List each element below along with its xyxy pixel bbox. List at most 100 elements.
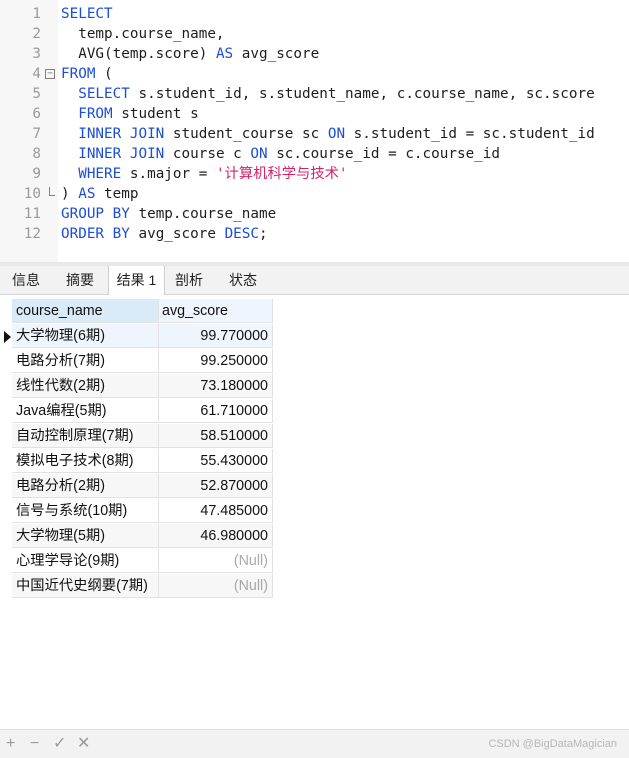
code-line[interactable]: 4− FROM ( bbox=[0, 64, 629, 84]
sql-keyword: ON bbox=[250, 146, 268, 162]
code-text: ) AS temp bbox=[61, 184, 138, 204]
fold-end-icon bbox=[49, 187, 55, 196]
cell-course-name[interactable]: 大学物理(5期) bbox=[12, 524, 159, 548]
code-line[interactable]: 10) AS temp bbox=[0, 184, 629, 204]
cell-course-name[interactable]: 大学物理(6期) bbox=[12, 324, 159, 348]
table-row[interactable]: 电路分析(7期) 99.250000 bbox=[0, 349, 273, 374]
row-marker[interactable] bbox=[0, 399, 12, 424]
cell-course-name[interactable]: 电路分析(2期) bbox=[12, 474, 159, 498]
code-line[interactable]: 3 AVG(temp.score) AS avg_score bbox=[0, 44, 629, 64]
code-line[interactable]: 8 INNER JOIN course c ON sc.course_id = … bbox=[0, 144, 629, 164]
sql-token: s.student_id = sc.student_id bbox=[345, 126, 595, 142]
code-text: SELECT bbox=[61, 4, 113, 24]
code-line[interactable]: 2 temp.course_name, bbox=[0, 24, 629, 44]
cell-avg-score[interactable]: 58.510000 bbox=[159, 424, 273, 448]
cell-avg-score[interactable]: 99.250000 bbox=[159, 349, 273, 373]
sql-token: student_course sc bbox=[164, 126, 328, 142]
cell-avg-score[interactable]: (Null) bbox=[159, 549, 273, 573]
cell-avg-score[interactable]: 52.870000 bbox=[159, 474, 273, 498]
row-marker[interactable] bbox=[0, 324, 12, 349]
code-line[interactable]: 6 FROM student s bbox=[0, 104, 629, 124]
table-row[interactable]: 自动控制原理(7期) 58.510000 bbox=[0, 424, 273, 449]
sql-keyword: AS bbox=[215, 46, 234, 62]
row-marker[interactable] bbox=[0, 474, 12, 499]
sql-keyword: ORDER BY bbox=[61, 226, 130, 242]
code-line[interactable]: 1 SELECT bbox=[0, 4, 629, 24]
sql-token: s.major = bbox=[121, 166, 216, 182]
row-marker[interactable] bbox=[0, 574, 12, 599]
tab-profile[interactable]: 剖析 bbox=[163, 266, 215, 294]
fold-toggle-icon[interactable]: − bbox=[45, 69, 55, 79]
sql-token: sc.course_id = c.course_id bbox=[267, 146, 500, 162]
tab-summary[interactable]: 摘要 bbox=[54, 266, 106, 294]
table-row[interactable]: 线性代数(2期) 73.180000 bbox=[0, 374, 273, 399]
apply-changes-icon[interactable]: ✓ bbox=[53, 734, 66, 754]
tab-info[interactable]: 信息 bbox=[0, 266, 52, 294]
cell-course-name[interactable]: Java编程(5期) bbox=[12, 399, 159, 423]
table-row[interactable]: 心理学导论(9期) (Null) bbox=[0, 549, 273, 574]
sql-keyword: GROUP BY bbox=[61, 206, 130, 222]
code-line[interactable]: 5 SELECT s.student_id, s.student_name, c… bbox=[0, 84, 629, 104]
table-row[interactable]: 信号与系统(10期) 47.485000 bbox=[0, 499, 273, 524]
sql-keyword: SELECT bbox=[61, 6, 113, 22]
cell-course-name[interactable]: 心理学导论(9期) bbox=[12, 549, 159, 573]
code-text: ORDER BY avg_score DESC; bbox=[61, 224, 268, 244]
row-marker[interactable] bbox=[0, 424, 12, 449]
row-marker[interactable] bbox=[0, 549, 12, 574]
sql-keyword: SELECT bbox=[78, 86, 130, 102]
table-row[interactable]: 大学物理(5期) 46.980000 bbox=[0, 524, 273, 549]
code-text: AVG(temp.score) AS avg_score bbox=[61, 44, 319, 64]
table-row[interactable]: 中国近代史纲要(7期) (Null) bbox=[0, 574, 273, 599]
table-row[interactable]: 模拟电子技术(8期) 55.430000 bbox=[0, 449, 273, 474]
line-number: 1 bbox=[32, 6, 41, 22]
cell-avg-score[interactable]: 47.485000 bbox=[159, 499, 273, 523]
sql-token: course c bbox=[164, 146, 251, 162]
cell-course-name[interactable]: 中国近代史纲要(7期) bbox=[12, 574, 159, 598]
cell-avg-score[interactable]: 46.980000 bbox=[159, 524, 273, 548]
sql-token: ) bbox=[61, 186, 79, 202]
cell-avg-score[interactable]: 55.430000 bbox=[159, 449, 273, 473]
cell-avg-score[interactable]: (Null) bbox=[159, 574, 273, 598]
column-header-avg-score[interactable]: avg_score bbox=[159, 299, 273, 323]
result-tabs: 信息 摘要 结果 1 剖析 状态 bbox=[0, 266, 629, 295]
sql-editor[interactable]: 1 SELECT 2 temp.course_name, 3 AVG(temp.sco… bbox=[0, 0, 629, 262]
cell-course-name[interactable]: 信号与系统(10期) bbox=[12, 499, 159, 523]
tab-result-1[interactable]: 结果 1 bbox=[108, 266, 165, 295]
table-row[interactable]: 电路分析(2期) 52.870000 bbox=[0, 474, 273, 499]
cell-course-name[interactable]: 自动控制原理(7期) bbox=[12, 424, 159, 448]
tab-status[interactable]: 状态 bbox=[217, 266, 269, 294]
code-line[interactable]: 12 ORDER BY avg_score DESC; bbox=[0, 224, 629, 244]
row-marker[interactable] bbox=[0, 449, 12, 474]
sql-keyword: FROM bbox=[61, 66, 96, 82]
row-marker[interactable] bbox=[0, 374, 12, 399]
cell-avg-score[interactable]: 99.770000 bbox=[159, 324, 273, 348]
cell-course-name[interactable]: 模拟电子技术(8期) bbox=[12, 449, 159, 473]
table-row[interactable]: Java编程(5期) 61.710000 bbox=[0, 399, 273, 424]
sql-token: ( bbox=[95, 66, 113, 82]
code-line[interactable]: 11 GROUP BY temp.course_name bbox=[0, 204, 629, 224]
grid-header-row: course_name avg_score bbox=[0, 299, 273, 324]
row-marker[interactable] bbox=[0, 499, 12, 524]
add-record-icon[interactable]: + bbox=[6, 734, 15, 754]
row-marker[interactable] bbox=[0, 524, 12, 549]
sql-token: avg_score bbox=[233, 46, 320, 62]
sql-token: s.student_id, s.student_name, c.course_n… bbox=[129, 86, 595, 102]
cell-avg-score[interactable]: 73.180000 bbox=[159, 374, 273, 398]
sql-keyword: DESC bbox=[224, 226, 259, 242]
code-line[interactable]: 7 INNER JOIN student_course sc ON s.stud… bbox=[0, 124, 629, 144]
row-marker[interactable] bbox=[0, 349, 12, 374]
line-number: 8 bbox=[32, 146, 41, 162]
delete-record-icon[interactable]: − bbox=[30, 734, 39, 754]
table-row[interactable]: 大学物理(6期) 99.770000 bbox=[0, 324, 273, 349]
cell-avg-score[interactable]: 61.710000 bbox=[159, 399, 273, 423]
line-number: 11 bbox=[23, 206, 41, 222]
code-line[interactable]: 9 WHERE s.major = '计算机科学与技术' bbox=[0, 164, 629, 184]
cell-course-name[interactable]: 线性代数(2期) bbox=[12, 374, 159, 398]
code-text: FROM student s bbox=[61, 104, 199, 124]
column-header-course-name[interactable]: course_name bbox=[12, 299, 159, 323]
cell-course-name[interactable]: 电路分析(7期) bbox=[12, 349, 159, 373]
line-number: 12 bbox=[23, 226, 41, 242]
discard-changes-icon[interactable]: ✕ bbox=[77, 734, 90, 754]
